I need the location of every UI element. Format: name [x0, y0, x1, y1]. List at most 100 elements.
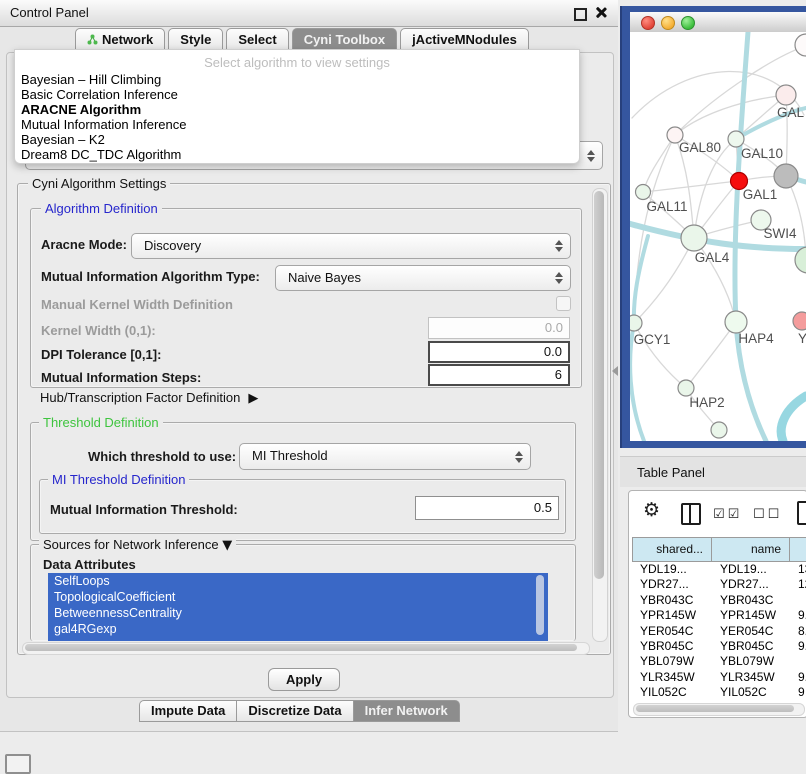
list-item[interactable]: TopologicalCoefficient	[48, 589, 548, 605]
node-label: GCY1	[634, 332, 671, 347]
table-row[interactable]: YDR27...YDR27...12	[632, 577, 806, 592]
scrollbar-thumb[interactable]	[25, 644, 577, 651]
column-header-name[interactable]: name	[712, 537, 790, 562]
network-node-HAP4[interactable]	[725, 311, 747, 333]
network-edge[interactable]	[781, 396, 806, 441]
dpi-tolerance-label: DPI Tolerance [0,1]:	[41, 347, 161, 362]
tab-infer-network[interactable]: Infer Network	[353, 700, 460, 722]
manual-kernel-checkbox[interactable]	[556, 296, 571, 311]
network-node[interactable]	[795, 34, 806, 56]
network-node-GCY1[interactable]	[630, 315, 642, 331]
table-row[interactable]: YBL079WYBL079W	[632, 654, 806, 669]
network-edge[interactable]	[643, 181, 739, 192]
network-node-HAP2[interactable]	[678, 380, 694, 396]
node-label: GAL10	[741, 146, 783, 161]
list-scrollbar-thumb[interactable]	[536, 575, 544, 635]
list-item[interactable]: SelfLoops	[48, 573, 548, 589]
table-panel-titlebar: Table Panel	[620, 456, 806, 487]
aracne-mode-select[interactable]: Discovery	[131, 233, 571, 259]
deselect-checkboxes-icon[interactable]: ☐☐	[753, 507, 782, 522]
close-button[interactable]	[641, 16, 655, 30]
combo-value: Discovery	[144, 238, 201, 253]
list-item[interactable]: BetweennessCentrality	[48, 605, 548, 621]
zoom-button[interactable]	[681, 16, 695, 30]
hub-definition-expander[interactable]: Hub/Transcription Factor Definition▶	[40, 390, 258, 406]
network-node-GAL10[interactable]	[728, 131, 744, 147]
split-columns-icon[interactable]	[681, 503, 701, 525]
combo-value: MI Threshold	[252, 448, 328, 463]
node-label: GAL	[777, 105, 805, 120]
settings-horizontal-scrollbar[interactable]	[22, 642, 590, 655]
group-title: Cyni Algorithm Settings	[28, 176, 170, 191]
table-row[interactable]: YLR345WYLR345W9.	[632, 670, 806, 685]
list-item[interactable]: gal4RGexp	[48, 621, 548, 637]
minimize-button[interactable]	[661, 16, 675, 30]
float-window-icon[interactable]	[574, 8, 587, 21]
network-edge[interactable]	[786, 176, 806, 258]
algorithm-option[interactable]: Basic Correlation Inference	[21, 87, 571, 102]
mi-algorithm-type-select[interactable]: Naive Bayes	[275, 265, 571, 291]
table-cell: YBR043C	[632, 593, 712, 608]
network-node-GAL[interactable]	[776, 85, 796, 105]
node-label: GAL11	[646, 199, 687, 214]
table-row[interactable]: YER054CYER054C8.	[632, 624, 806, 639]
minimized-panel-icon[interactable]	[5, 754, 31, 774]
network-node-Y[interactable]	[793, 312, 806, 330]
mi-steps-input[interactable]: 6	[428, 364, 570, 386]
network-edge[interactable]	[686, 322, 736, 388]
table-horizontal-scrollbar[interactable]	[633, 703, 805, 716]
table-cell: YBR043C	[712, 593, 790, 608]
node-label: SWI4	[763, 226, 796, 241]
group-title: MI Threshold Definition	[48, 472, 189, 487]
table-row[interactable]: YBR043CYBR043C	[632, 593, 806, 608]
table-row[interactable]: YBR045CYBR045C9.	[632, 639, 806, 654]
scrollbar-thumb[interactable]	[594, 191, 604, 579]
network-node-GAL11[interactable]	[636, 185, 651, 200]
algorithm-option[interactable]: Bayesian – Hill Climbing	[21, 72, 571, 87]
control-panel-window: Control Panel Network Style Select Cyni …	[0, 0, 618, 732]
popup-prompt: Select algorithm to view settings	[15, 55, 579, 70]
which-threshold-select[interactable]: MI Threshold	[239, 443, 531, 470]
data-attributes-list[interactable]: SelfLoops TopologicalCoefficient Between…	[48, 573, 548, 641]
algorithm-dropdown-popup: Select algorithm to view settings Bayesi…	[14, 49, 580, 164]
table-row[interactable]: YPR145WYPR145W9.	[632, 608, 806, 623]
network-canvas[interactable]: GALGAL80GAL10GAL1GAL11SWI4GAL4GCY1HAP4YH…	[630, 32, 806, 441]
apply-button[interactable]: Apply	[268, 668, 340, 691]
network-edge[interactable]	[643, 135, 675, 192]
select-all-checkboxes-icon[interactable]: ☑☑	[713, 507, 742, 522]
column-header-cropped[interactable]	[790, 537, 806, 562]
settings-vertical-scrollbar[interactable]	[592, 188, 608, 642]
tab-impute-data[interactable]: Impute Data	[139, 700, 236, 722]
network-node[interactable]	[711, 422, 727, 438]
node-label: GAL1	[743, 187, 778, 202]
panel-splitter-collapse-icon[interactable]	[612, 366, 618, 376]
algorithm-option[interactable]: Bayesian – K2	[21, 132, 571, 147]
algorithm-option-selected[interactable]: ARACNE Algorithm	[21, 102, 571, 117]
network-node[interactable]	[774, 164, 798, 188]
table-panel-title: Table Panel	[637, 465, 705, 480]
network-node-GAL4[interactable]	[681, 225, 707, 251]
scrollbar-thumb[interactable]	[636, 705, 794, 712]
node-label: HAP2	[689, 395, 724, 410]
column-header-shared-name[interactable]: shared...	[632, 537, 712, 562]
dpi-tolerance-input[interactable]: 0.0	[428, 341, 570, 363]
close-icon[interactable]	[595, 7, 606, 18]
node-label: Y	[798, 331, 806, 346]
gear-icon[interactable]: ⚙	[643, 499, 660, 521]
algorithm-option[interactable]: Mutual Information Inference	[21, 117, 571, 132]
algorithm-option[interactable]: Dream8 DC_TDC Algorithm	[21, 147, 571, 162]
sources-group: Sources for Network Inference ▼ Data Att…	[30, 544, 576, 641]
table-row[interactable]: YDL19...YDL19...13	[632, 562, 806, 577]
node-label: HAP4	[738, 331, 774, 346]
tab-discretize-data[interactable]: Discretize Data	[236, 700, 352, 722]
network-edge[interactable]	[675, 95, 786, 135]
stepper-icon	[514, 451, 523, 463]
chevron-down-icon: ▼	[222, 538, 232, 553]
file-icon[interactable]	[797, 501, 806, 525]
table-row[interactable]: YIL052CYIL052C9	[632, 685, 806, 700]
kernel-width-label: Kernel Width (0,1):	[41, 323, 156, 338]
group-title: Algorithm Definition	[41, 201, 162, 216]
sources-title[interactable]: Sources for Network Inference ▼	[39, 537, 236, 553]
aracne-mode-label: Aracne Mode:	[41, 237, 127, 252]
mi-threshold-input[interactable]: 0.5	[415, 496, 559, 520]
